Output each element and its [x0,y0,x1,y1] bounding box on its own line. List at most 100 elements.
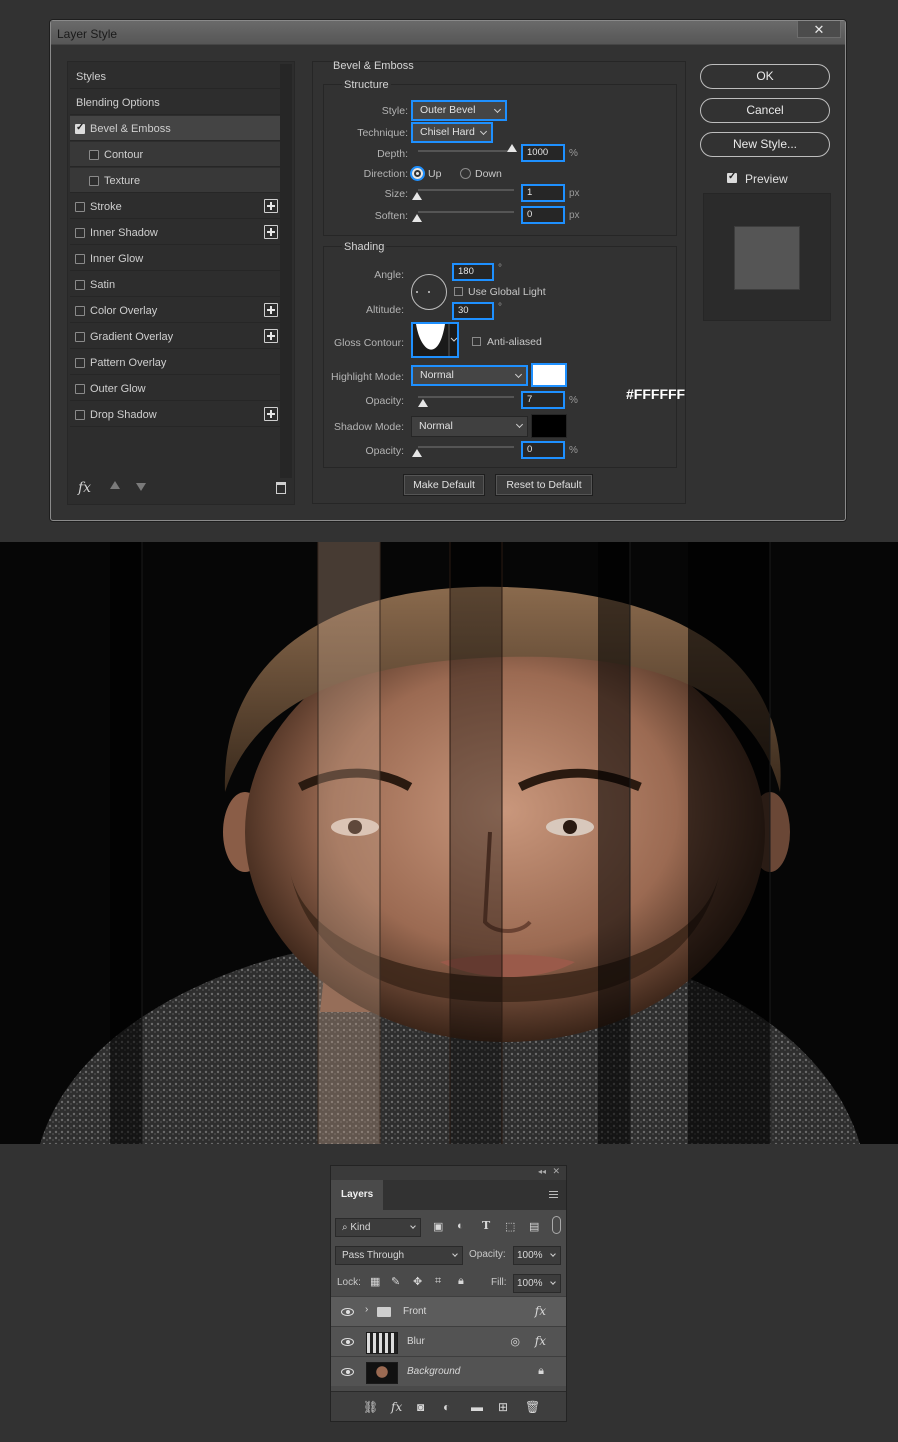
gloss-contour-picker[interactable] [411,322,459,358]
style-item-color-overlay[interactable]: Color Overlay [70,298,280,323]
link-layers-icon[interactable]: ⛓ [363,1400,378,1414]
blend-mode-dropdown[interactable]: Pass Through [335,1246,463,1265]
add-instance-icon[interactable] [264,199,278,213]
eye-icon[interactable] [341,1308,354,1316]
preview-checkbox[interactable] [727,171,737,183]
dialog-titlebar[interactable]: Layer Style [51,21,845,45]
depth-slider-thumb[interactable] [507,144,517,152]
new-style-button[interactable]: New Style... [700,132,830,157]
style-item-contour[interactable]: Contour [70,142,280,167]
style-checkbox[interactable] [75,202,85,212]
shape-filter-icon[interactable]: ⬚ [505,1220,515,1233]
smart-object-filter-icon[interactable]: ▤ [529,1220,539,1233]
style-item-bevel-emboss[interactable]: Bevel & Emboss [70,116,280,141]
opacity-field[interactable]: 100% [513,1246,561,1265]
soften-field[interactable]: 0 [521,206,565,224]
soften-slider-track[interactable] [418,211,514,213]
smart-filter-icon[interactable]: ◎ [510,1335,520,1348]
style-checkbox[interactable] [75,228,85,238]
lock-transparent-icon[interactable]: ▦ [370,1275,380,1288]
layer-row-background[interactable]: Background 🔒︎ [331,1356,566,1386]
style-checkbox[interactable] [75,280,85,290]
trash-icon[interactable] [276,482,286,494]
anti-aliased-checkbox[interactable] [472,337,481,346]
panel-menu-icon[interactable] [549,1191,558,1198]
lock-brush-icon[interactable]: ✎ [391,1275,400,1288]
style-item-inner-shadow[interactable]: Inner Shadow [70,220,280,245]
style-checkbox[interactable] [75,384,85,394]
new-group-icon[interactable]: ▬ [471,1400,483,1414]
expand-chevron-icon[interactable]: › [365,1304,368,1315]
fx-icon[interactable]: fx [535,1304,546,1318]
styles-list-scrollbar[interactable] [280,64,292,478]
style-item-pattern-overlay[interactable]: Pattern Overlay [70,350,280,375]
style-item-stroke[interactable]: Stroke [70,194,280,219]
kind-filter-dropdown[interactable]: ⌕ Kind [335,1218,421,1237]
lock-all-icon[interactable]: 🔒︎ [458,1275,464,1288]
add-instance-icon[interactable] [264,329,278,343]
shadow-color-swatch[interactable] [531,414,567,438]
angle-dial[interactable] [411,274,447,310]
fill-field[interactable]: 100% [513,1274,561,1293]
shadow-opacity-track[interactable] [418,446,514,448]
style-checkbox[interactable] [75,306,85,316]
add-instance-icon[interactable] [264,303,278,317]
highlight-opacity-field[interactable]: 7 [521,391,565,409]
layer-row-front[interactable]: › Front fx [331,1296,566,1326]
shadow-opacity-thumb[interactable] [412,449,422,457]
depth-slider-track[interactable] [418,150,514,152]
new-layer-icon[interactable]: ⊞ [498,1400,508,1414]
style-item-gradient-overlay[interactable]: Gradient Overlay [70,324,280,349]
tab-layers[interactable]: Layers [331,1180,383,1210]
size-field[interactable]: 1 [521,184,565,202]
size-slider-track[interactable] [418,189,514,191]
technique-dropdown[interactable]: Chisel Hard [411,122,493,143]
style-checkbox[interactable] [75,122,85,134]
highlight-mode-dropdown[interactable]: Normal [411,365,528,386]
add-style-fx-icon[interactable]: fx [391,1400,402,1414]
close-panel-icon[interactable]: ✕ [552,1166,560,1177]
filter-toggle[interactable] [552,1216,561,1234]
eye-icon[interactable] [341,1338,354,1346]
type-filter-icon[interactable]: T [482,1219,490,1232]
make-default-button[interactable]: Make Default [403,474,485,496]
highlight-opacity-thumb[interactable] [418,399,428,407]
style-checkbox[interactable] [89,176,99,186]
style-checkbox[interactable] [75,332,85,342]
fx-icon[interactable]: fx [535,1334,546,1348]
direction-down-radio[interactable] [460,168,471,179]
direction-up-radio[interactable] [412,168,423,179]
style-item-satin[interactable]: Satin [70,272,280,297]
move-up-icon[interactable] [110,481,120,489]
adjustment-layer-icon[interactable]: ◐ [443,1400,450,1414]
collapse-icon[interactable]: ◂◂ [538,1167,546,1176]
adjustment-filter-icon[interactable]: ◐ [457,1220,464,1232]
style-item-outer-glow[interactable]: Outer Glow [70,376,280,401]
pixel-filter-icon[interactable]: ▣ [433,1220,443,1233]
style-item-inner-glow[interactable]: Inner Glow [70,246,280,271]
eye-icon[interactable] [341,1368,354,1376]
lock-artboard-icon[interactable]: ⌗ [435,1275,441,1288]
style-checkbox[interactable] [89,150,99,160]
fx-icon[interactable]: fx [78,480,91,496]
add-instance-icon[interactable] [264,225,278,239]
highlight-opacity-track[interactable] [418,396,514,398]
style-item-texture[interactable]: Texture [70,168,280,193]
soften-slider-thumb[interactable] [412,214,422,222]
size-slider-thumb[interactable] [412,192,422,200]
lock-position-icon[interactable]: ✥ [413,1275,422,1288]
style-checkbox[interactable] [75,254,85,264]
style-item-drop-shadow[interactable]: Drop Shadow [70,402,280,427]
style-item-blending-options[interactable]: Blending Options [70,90,280,115]
layer-row-blur[interactable]: Blur ◎ fx [331,1326,566,1356]
add-instance-icon[interactable] [264,407,278,421]
move-down-icon[interactable] [136,483,146,491]
highlight-color-swatch[interactable] [531,363,567,387]
preview-toggle[interactable]: Preview [725,165,825,190]
style-checkbox[interactable] [75,358,85,368]
cancel-button[interactable]: Cancel [700,98,830,123]
global-light-checkbox[interactable] [454,287,463,296]
reset-default-button[interactable]: Reset to Default [495,474,593,496]
delete-layer-icon[interactable]: 🗑︎ [525,1400,540,1414]
style-dropdown[interactable]: Outer Bevel [411,100,507,121]
